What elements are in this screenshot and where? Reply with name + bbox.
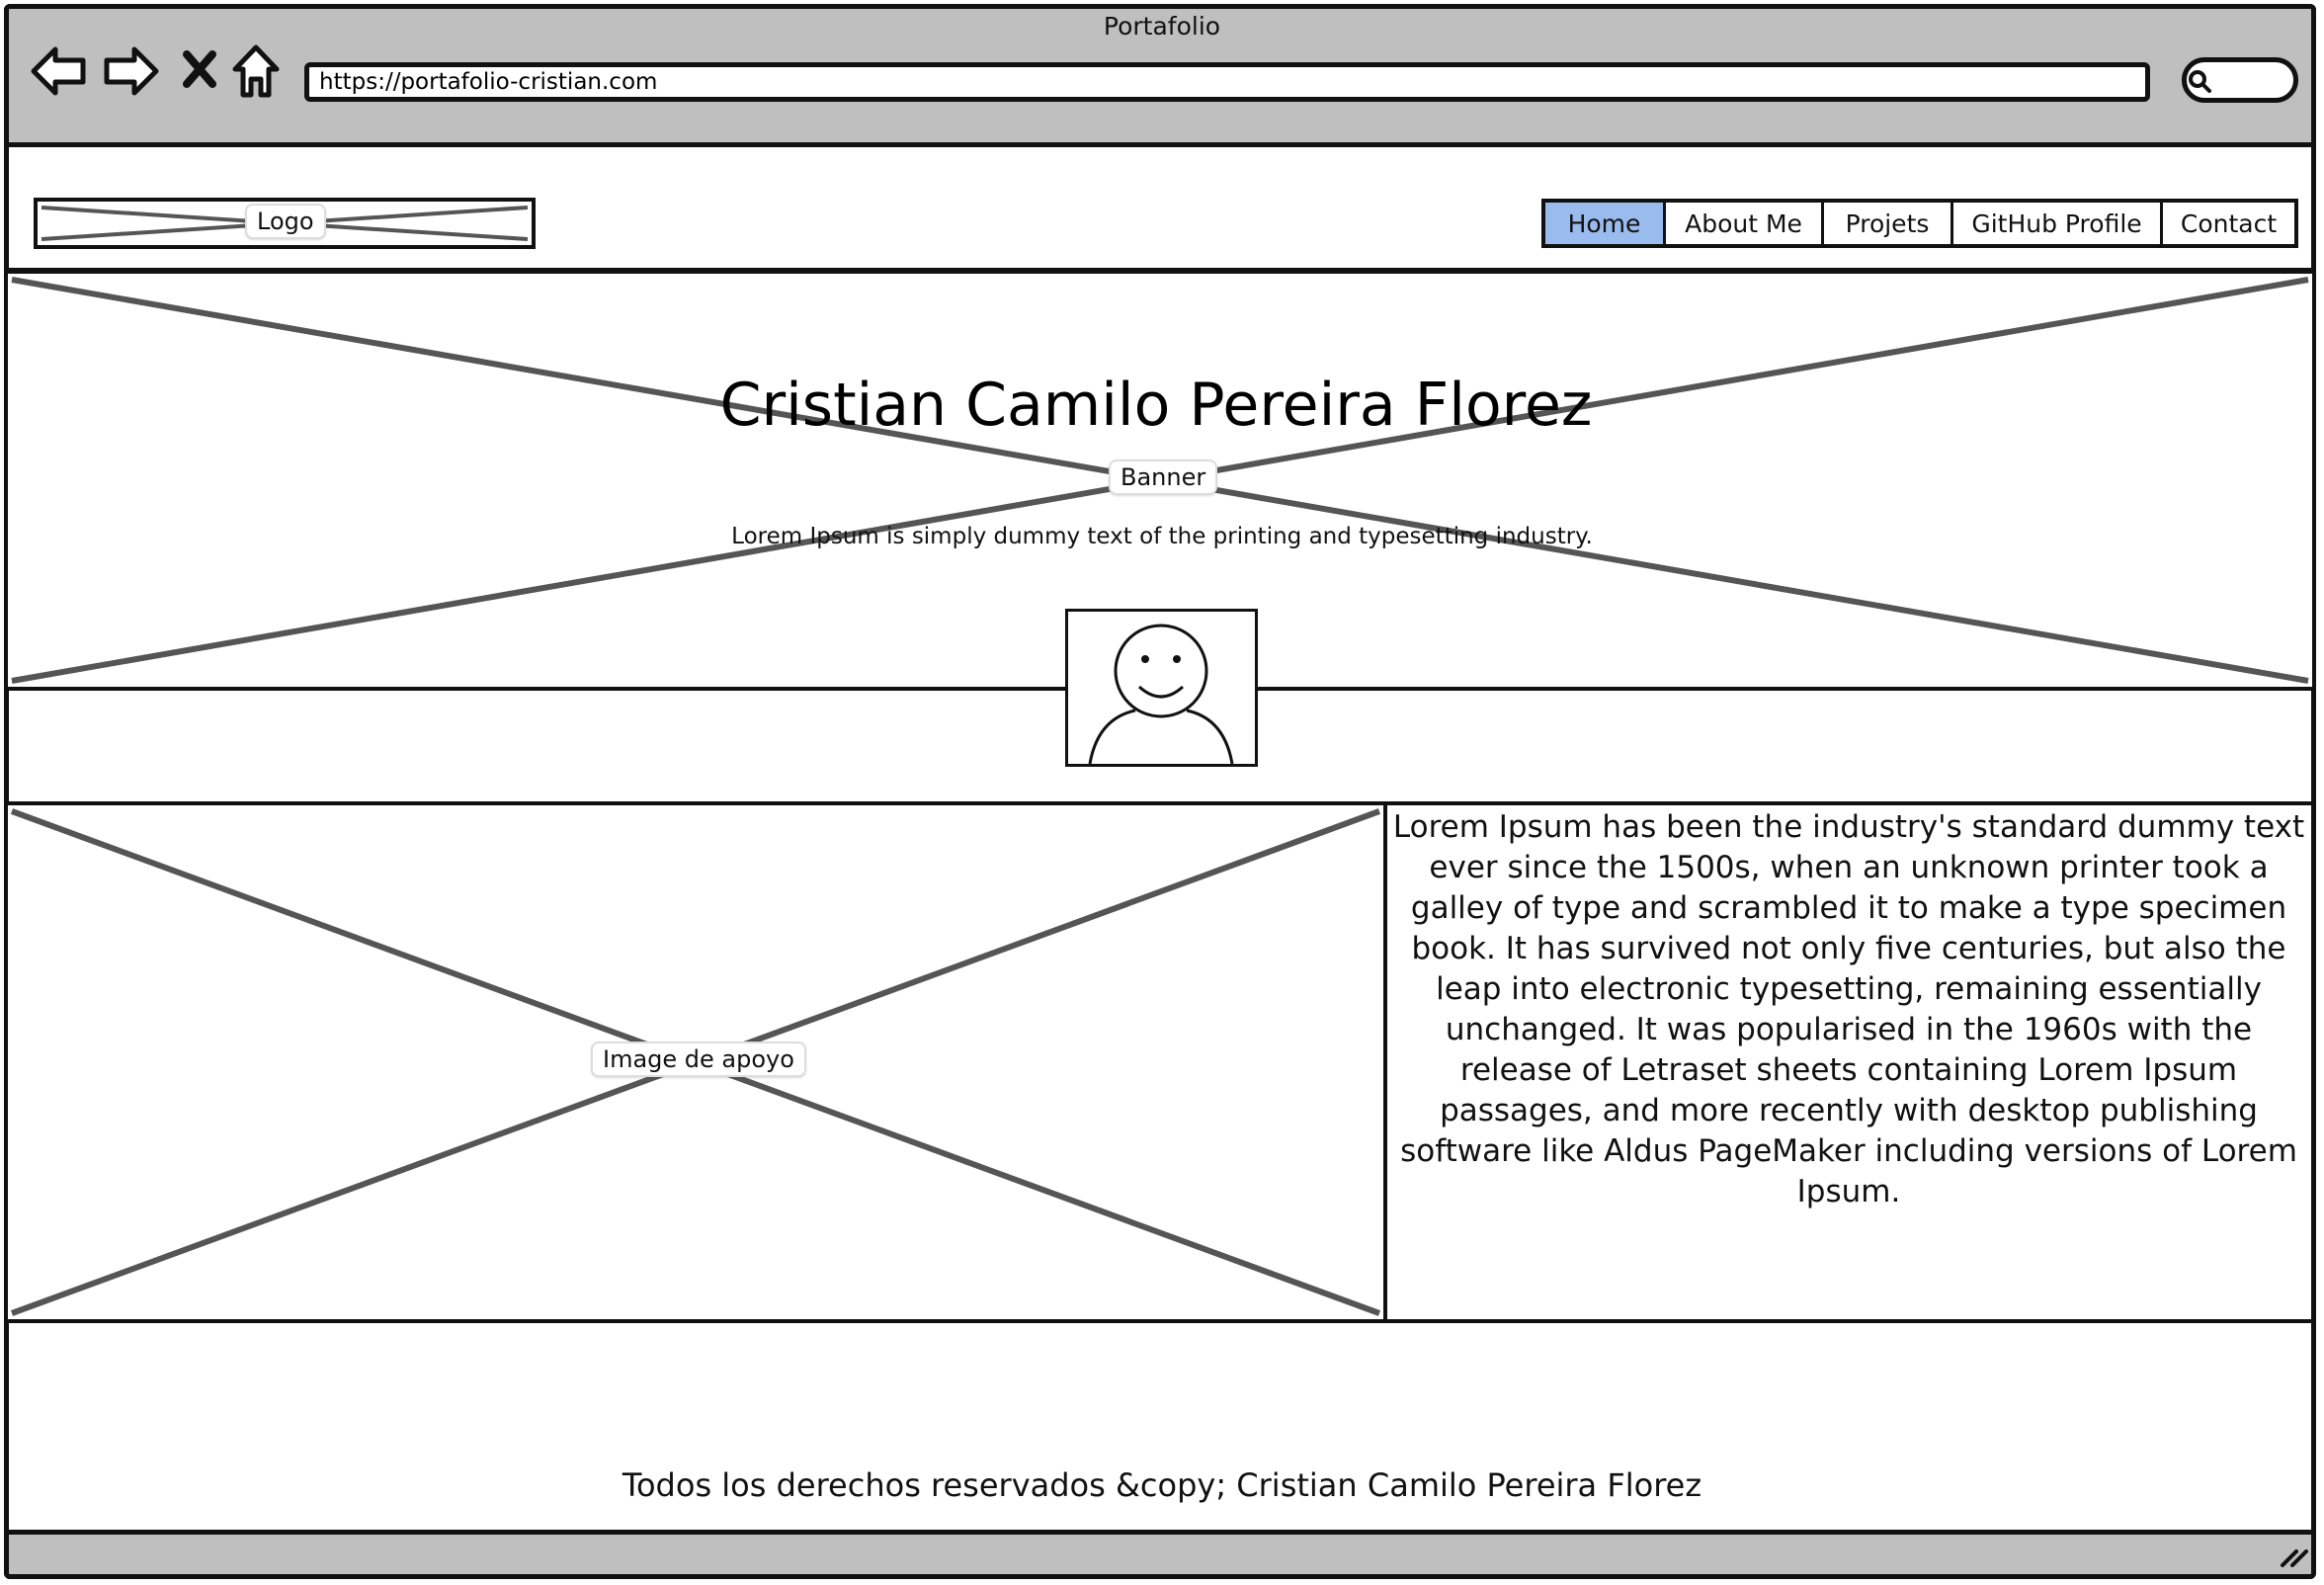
browser-statusbar <box>4 1530 2316 1579</box>
resize-grip-icon[interactable] <box>2279 1543 2308 1567</box>
forward-arrow-icon[interactable] <box>103 45 160 97</box>
home-icon[interactable] <box>231 43 281 99</box>
banner-label: Banner <box>1109 459 1218 495</box>
nav-item-home[interactable]: Home <box>1545 203 1666 244</box>
nav-item-contact[interactable]: Contact <box>2163 203 2294 244</box>
url-input[interactable] <box>304 62 2150 102</box>
footer-copyright: Todos los derechos reservados &copy; Cri… <box>622 1466 1702 1504</box>
banner-subtitle: Lorem Ipsum is simply dummy text of the … <box>731 524 1593 549</box>
stop-icon[interactable] <box>182 49 217 89</box>
main-nav: Home About Me Projets GitHub Profile Con… <box>1541 199 2298 248</box>
back-arrow-icon[interactable] <box>30 45 87 97</box>
nav-item-about-me[interactable]: About Me <box>1666 203 1824 244</box>
search-icon <box>2189 70 2211 93</box>
user-icon <box>1088 624 1234 764</box>
logo-label: Logo <box>245 204 326 239</box>
support-image-label: Image de apoyo <box>591 1042 806 1077</box>
banner-title: Cristian Camilo Pereira Florez <box>719 371 1593 440</box>
window-title: Portafolio <box>1103 12 1221 41</box>
content-paragraph: Lorem Ipsum has been the industry's stan… <box>1392 809 2305 1210</box>
profile-avatar[interactable] <box>1065 609 1258 767</box>
nav-item-github-profile[interactable]: GitHub Profile <box>1953 203 2163 244</box>
nav-item-projets[interactable]: Projets <box>1824 203 1953 244</box>
